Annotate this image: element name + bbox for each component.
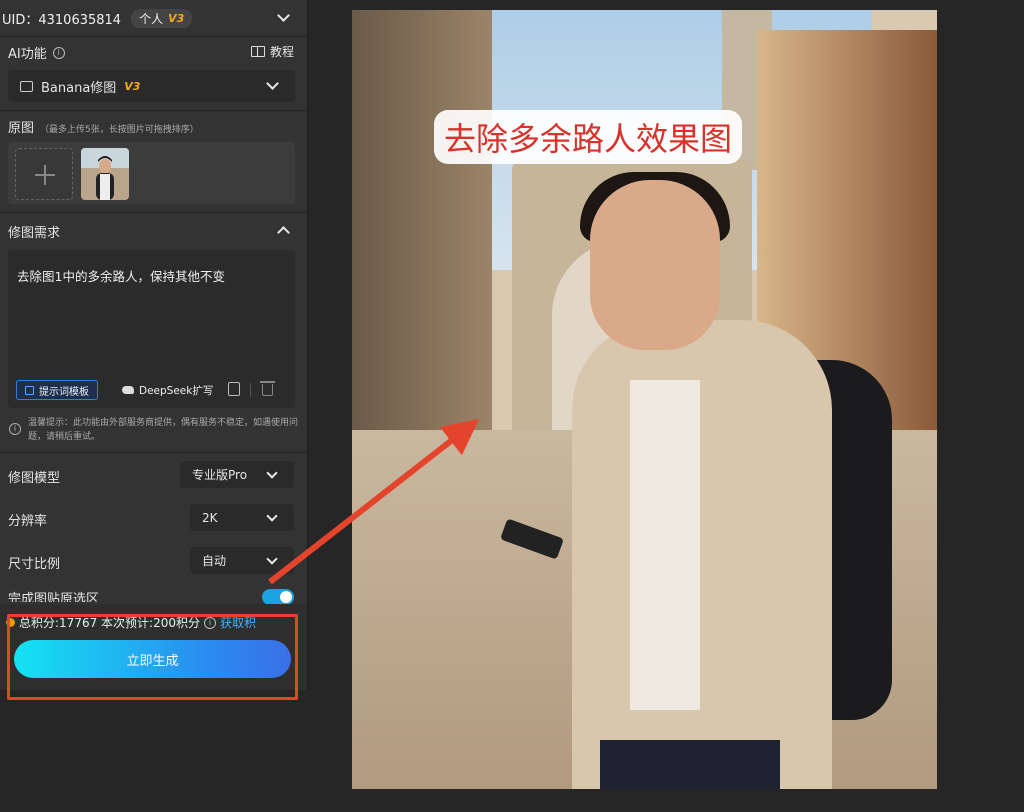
ratio-value: 自动 xyxy=(202,554,227,568)
requirement-text: 去除图1中的多余路人，保持其他不变 xyxy=(17,269,225,284)
deepseek-icon xyxy=(122,386,134,394)
requirement-header: 修图需求 xyxy=(0,222,307,242)
requirement-textarea[interactable]: 去除图1中的多余路人，保持其他不变 提示词模板 DeepSeek扩写 xyxy=(8,250,295,408)
deepseek-label: DeepSeek扩写 xyxy=(139,384,214,397)
model-value: 专业版Pro xyxy=(192,468,248,482)
chevron-up-icon[interactable] xyxy=(277,226,290,239)
chevron-down-icon xyxy=(266,553,278,565)
save-prompt-icon[interactable] xyxy=(228,382,240,396)
trash-icon[interactable] xyxy=(260,381,275,396)
upload-area xyxy=(8,142,295,204)
ai-feature-header: AI功能 i 教程 xyxy=(0,40,307,64)
ratio-select[interactable]: 自动 xyxy=(190,547,294,574)
source-header: 原图 （最多上传5张，长按图片可拖拽排序） xyxy=(0,117,307,136)
thumbnail-person-image xyxy=(81,148,129,200)
preview-caption: 去除多余路人效果图 xyxy=(434,110,743,164)
image-icon xyxy=(20,80,33,92)
feature-tier: V3 xyxy=(124,79,141,93)
info-icon: i xyxy=(9,423,21,435)
source-note: （最多上传5张，长按图片可拖拽排序） xyxy=(40,125,199,135)
edit-panel: UID：4310635814 个人 V3 AI功能 i 教程 Banana修图 … xyxy=(0,0,308,690)
divider xyxy=(0,110,307,111)
paste-option-label: 完成图贴原选区 xyxy=(8,592,100,602)
divider xyxy=(0,212,307,213)
ai-feature-label: AI功能 xyxy=(8,47,47,62)
source-thumbnail[interactable] xyxy=(81,148,129,200)
paste-option-toggle[interactable] xyxy=(262,589,294,605)
resolution-select[interactable]: 2K xyxy=(190,504,294,531)
chevron-down-icon xyxy=(266,77,279,90)
ai-feature-select[interactable]: Banana修图 V3 xyxy=(8,70,295,102)
notice-text: i 温馨提示：此功能由外部服务商提供，偶有服务不稳定，如遇使用问题，请稍后重试。 xyxy=(8,416,300,444)
template-label: 提示词模板 xyxy=(39,386,89,398)
source-label: 原图 xyxy=(8,121,35,136)
person-face xyxy=(590,180,720,350)
result-preview-image: 去除多余路人效果图 xyxy=(352,10,937,789)
tutorial-label: 教程 xyxy=(269,45,294,59)
book-icon xyxy=(250,46,265,57)
resolution-value: 2K xyxy=(202,510,218,525)
ratio-label: 尺寸比例 xyxy=(8,557,61,572)
divider xyxy=(0,452,307,453)
prompt-template-button[interactable]: 提示词模板 xyxy=(16,380,98,400)
requirement-label: 修图需求 xyxy=(8,226,61,241)
plan-badge: 个人 V3 xyxy=(131,8,193,28)
person-jeans xyxy=(600,740,780,789)
chevron-down-icon xyxy=(266,510,278,522)
deepseek-expand-button[interactable]: DeepSeek扩写 xyxy=(116,380,219,400)
ai-feature-selected: Banana修图 xyxy=(41,80,117,96)
model-select[interactable]: 专业版Pro xyxy=(180,461,294,488)
annotation-highlight-box xyxy=(7,614,298,700)
account-row: UID：4310635814 个人 V3 xyxy=(0,4,307,32)
person-shirt xyxy=(630,380,700,710)
plan-label: 个人 xyxy=(139,11,164,26)
plan-tier: V3 xyxy=(168,11,185,25)
notice-content: 温馨提示：此功能由外部服务商提供，偶有服务不稳定，如遇使用问题，请稍后重试。 xyxy=(28,418,299,442)
uid-text: UID：4310635814 xyxy=(2,12,122,28)
info-icon[interactable]: i xyxy=(52,46,65,59)
template-icon xyxy=(25,385,34,395)
person-jacket xyxy=(572,320,832,789)
tutorial-link[interactable]: 教程 xyxy=(250,43,294,60)
add-image-button[interactable] xyxy=(15,148,73,200)
ai-feature-title: AI功能 i xyxy=(8,43,65,62)
divider xyxy=(250,383,251,397)
resolution-label: 分辨率 xyxy=(8,514,48,529)
chevron-down-icon xyxy=(266,467,278,479)
divider xyxy=(0,36,307,37)
chevron-down-icon[interactable] xyxy=(277,9,290,22)
plus-icon xyxy=(35,165,55,185)
model-label: 修图模型 xyxy=(8,471,61,486)
